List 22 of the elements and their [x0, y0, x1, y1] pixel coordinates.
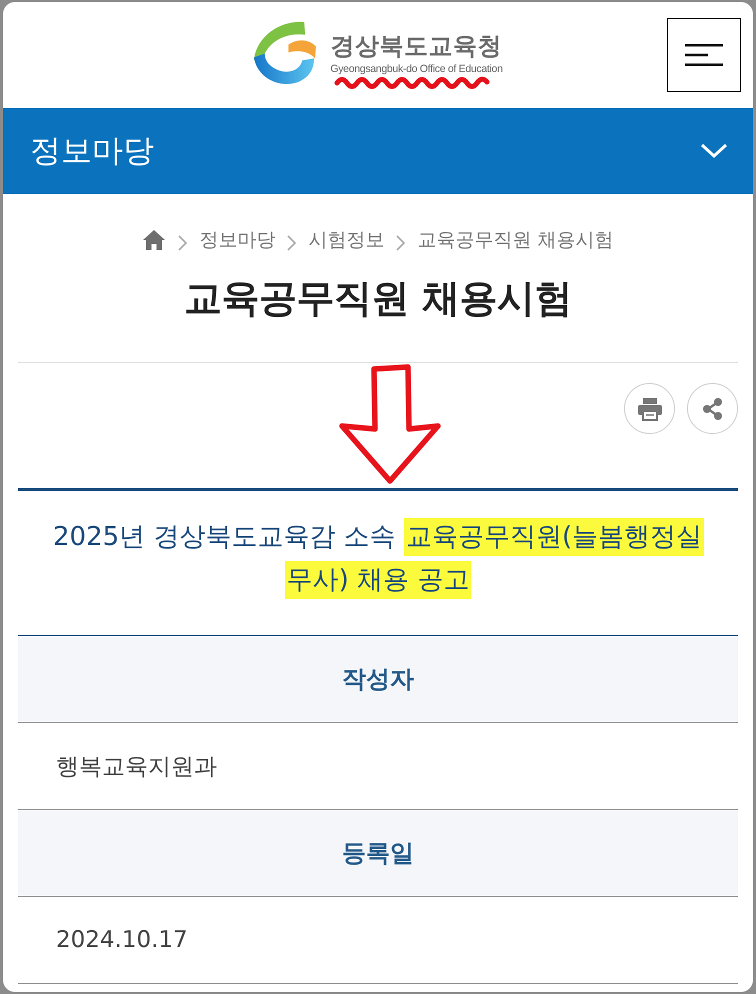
printer-icon [636, 396, 662, 420]
chevron-right-icon [287, 235, 296, 251]
breadcrumb-link[interactable]: 정보마당 [199, 227, 276, 253]
section-dropdown[interactable]: 정보마당 [3, 108, 753, 194]
logo-title: 경상북도교육청 [330, 31, 503, 62]
menu-button[interactable] [667, 18, 741, 92]
share-button[interactable] [687, 383, 738, 434]
field-label: 등록일 [18, 810, 738, 897]
swirl-logo-icon[interactable] [253, 20, 316, 86]
post-title: 2025년 경상북도교육감 소속 교육공무직원(늘봄행정실무사) 채용 공고 [53, 516, 703, 602]
home-icon[interactable] [142, 229, 166, 251]
logo-subtitle: Gyeongsangbuk-do Office of Education [330, 62, 503, 76]
chevron-right-icon [178, 235, 188, 251]
field-label: 작성자 [18, 636, 738, 723]
field-value: 2024.10.17 [18, 897, 738, 984]
print-button[interactable] [624, 383, 675, 434]
share-icon [702, 396, 724, 420]
breadcrumb-link[interactable]: 교육공무직원 채용시험 [417, 227, 614, 253]
menu-icon [685, 44, 723, 66]
breadcrumb-link[interactable]: 시험정보 [308, 227, 384, 253]
chevron-right-icon [396, 235, 406, 251]
page-title: 교육공무직원 채용시험 [184, 275, 572, 322]
